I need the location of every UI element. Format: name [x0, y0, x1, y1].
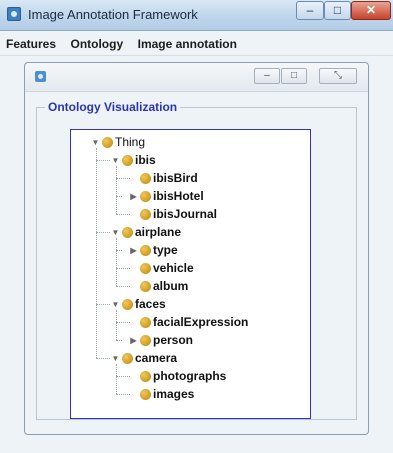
menu-bar: Features Ontology Image annotation [0, 31, 393, 56]
frame-close-button[interactable]: ⤡ [319, 68, 357, 84]
tree-node[interactable]: ▼ camera [111, 350, 178, 366]
menu-features[interactable]: Features [0, 31, 60, 51]
tree-connector [116, 238, 117, 286]
tree-node-label: ibis [135, 153, 156, 167]
tree-connector [116, 268, 130, 269]
tree-connector [96, 358, 110, 359]
menu-image-annotation[interactable]: Image annotation [132, 31, 241, 51]
tree-node-label: vehicle [153, 261, 194, 275]
class-node-icon [140, 316, 151, 328]
tree-node[interactable]: ibisJournal [129, 206, 217, 222]
tree-node[interactable]: vehicle [129, 260, 194, 276]
ontology-tree[interactable]: ▼ Thing ▼ ibis ibisBird ▶ ibisHotel ibisJournal… [70, 129, 311, 419]
tree-connector [116, 178, 130, 179]
class-node-icon [140, 370, 151, 382]
tree-node-label: ibisBird [153, 171, 198, 185]
class-node-icon [140, 244, 151, 256]
panel-title: Ontology Visualization [45, 100, 181, 114]
class-node-icon [122, 298, 133, 310]
tree-node[interactable]: ▼ faces [111, 296, 166, 312]
tree-connector [116, 310, 117, 340]
expand-down-icon[interactable]: ▼ [111, 354, 120, 363]
tree-connector [96, 232, 110, 233]
class-node-icon [140, 172, 151, 184]
tree-node-label: images [153, 387, 195, 401]
tree-connector [116, 340, 122, 341]
tree-node-label: ibisJournal [153, 207, 218, 221]
tree-node-label: faces [135, 297, 166, 311]
tree-connector [116, 394, 130, 395]
tree-node-label: photographs [153, 369, 227, 383]
expand-down-icon[interactable]: ▼ [111, 228, 120, 237]
class-node-icon [102, 136, 113, 148]
tree-connector [116, 286, 130, 287]
expand-right-icon[interactable]: ▶ [129, 246, 138, 255]
class-node-icon [140, 334, 151, 346]
tree-node[interactable]: ▶ type [129, 242, 178, 258]
tree-connector [116, 364, 117, 394]
expand-right-icon[interactable]: ▶ [129, 336, 138, 345]
frame-icon [35, 71, 46, 82]
tree-node[interactable]: ▶ person [129, 332, 193, 348]
tree-node-label: album [153, 279, 189, 293]
expand-down-icon[interactable]: ▼ [111, 156, 120, 165]
app-icon [7, 7, 21, 21]
maximize-button[interactable]: □ [324, 1, 351, 20]
tree-connector [96, 304, 110, 305]
tree-connector [116, 322, 130, 323]
tree-node[interactable]: ▼ ibis [111, 152, 156, 168]
tree-connector [96, 148, 97, 358]
class-node-icon [122, 352, 133, 364]
frame-minimize-button[interactable]: – [254, 68, 280, 84]
class-node-icon [140, 388, 151, 400]
class-node-icon [140, 208, 151, 220]
tree-node-label: person [153, 333, 194, 347]
class-node-icon [140, 280, 151, 292]
tree-connector [116, 166, 117, 214]
tree-node[interactable]: ▶ ibisHotel [129, 188, 204, 204]
tree-node-label: ibisHotel [153, 189, 204, 203]
tree-node[interactable]: facialExpression [129, 314, 248, 330]
tree-connector [96, 160, 110, 161]
menu-ontology[interactable]: Ontology [64, 31, 127, 51]
internal-frame-titlebar: – □ ⤡ [25, 63, 368, 92]
tree-node-label: camera [135, 351, 178, 365]
tree-node-label: airplane [135, 225, 182, 239]
tree-node[interactable]: ▼ airplane [111, 224, 182, 240]
tree-node-label: Thing [115, 135, 146, 149]
expand-right-icon[interactable]: ▶ [129, 192, 138, 201]
class-node-icon [122, 154, 133, 166]
tree-node[interactable]: photographs [129, 368, 226, 384]
close-button[interactable]: ✕ [351, 1, 391, 20]
tree-node-label: type [153, 243, 178, 257]
frame-maximize-button[interactable]: □ [281, 68, 307, 84]
expand-down-icon[interactable]: ▼ [111, 300, 120, 309]
class-node-icon [140, 190, 151, 202]
tree-node-label: facialExpression [153, 315, 249, 329]
window-titlebar: Image Annotation Framework – □ ✕ [0, 0, 393, 31]
tree-node[interactable]: ibisBird [129, 170, 198, 186]
tree-node[interactable]: images [129, 386, 194, 402]
window-title: Image Annotation Framework [28, 7, 198, 22]
internal-frame: – □ ⤡ Ontology Visualization ▼ Thing ▼ ibis… [24, 62, 369, 435]
expand-down-icon[interactable]: ▼ [91, 138, 100, 147]
tree-connector [116, 376, 130, 377]
class-node-icon [140, 262, 151, 274]
tree-node[interactable]: album [129, 278, 188, 294]
tree-connector [116, 214, 130, 215]
tree-root-node[interactable]: ▼ Thing [91, 134, 146, 150]
class-node-icon [122, 226, 133, 238]
minimize-button[interactable]: – [296, 1, 324, 20]
